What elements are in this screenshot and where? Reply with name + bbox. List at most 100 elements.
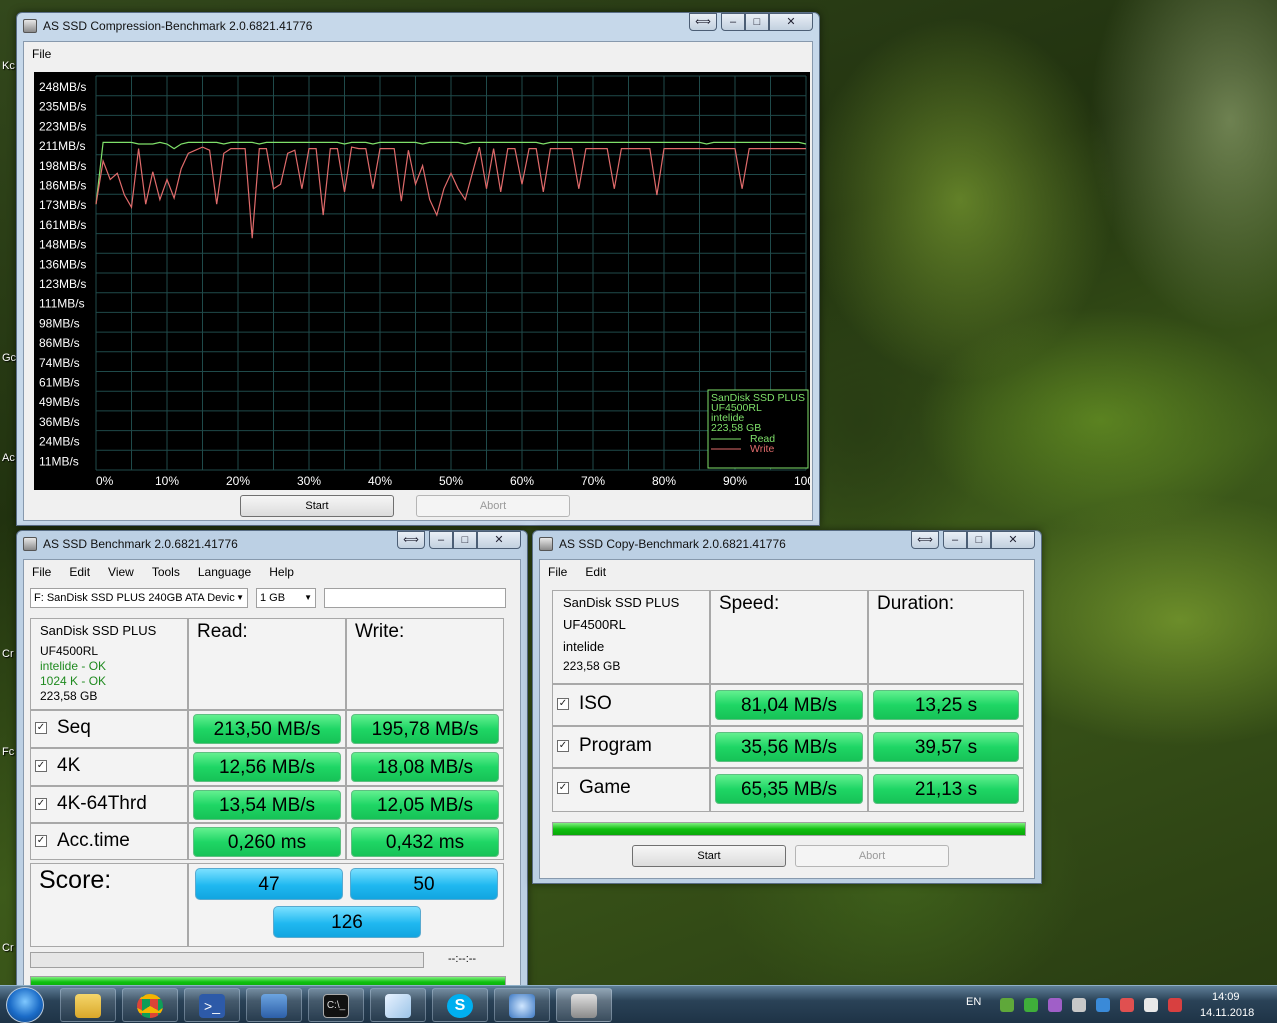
x-tick-label: 10% bbox=[155, 474, 179, 488]
menu-file[interactable]: File bbox=[32, 47, 51, 61]
drive-model: SanDisk SSD PLUS bbox=[563, 595, 680, 610]
taskbar-cmd[interactable]: C:\_ bbox=[308, 988, 364, 1022]
checkbox[interactable]: ✓ bbox=[35, 722, 47, 734]
desktop-label[interactable]: Fc bbox=[2, 746, 14, 758]
taskbar-powershell-ise[interactable] bbox=[246, 988, 302, 1022]
close-button[interactable]: ✕ bbox=[477, 531, 521, 549]
close-button[interactable]: ✕ bbox=[769, 13, 813, 31]
clock-date[interactable]: 14.11.2018 bbox=[1200, 1007, 1254, 1019]
restore-arrows-button[interactable]: ⟺ bbox=[397, 531, 425, 549]
restore-arrows-button[interactable]: ⟺ bbox=[911, 531, 939, 549]
row-label-text: 4K bbox=[57, 755, 81, 776]
tray-app-icon[interactable] bbox=[1072, 998, 1086, 1012]
taskbar-chrome[interactable] bbox=[122, 988, 178, 1022]
action-center-icon[interactable] bbox=[1120, 998, 1134, 1012]
taskbar-explorer[interactable] bbox=[60, 988, 116, 1022]
iso-label[interactable]: ✓ ISO bbox=[557, 693, 612, 715]
seq-read-value: 213,50 MB/s bbox=[193, 714, 341, 744]
taskbar-notepad[interactable] bbox=[370, 988, 426, 1022]
result-cell: 18,08 MB/s bbox=[346, 748, 504, 786]
menu-edit[interactable]: Edit bbox=[69, 565, 90, 579]
result-cell: 12,05 MB/s bbox=[346, 786, 504, 823]
desktop-label[interactable]: Cr bbox=[2, 648, 14, 660]
maximize-button[interactable]: □ bbox=[453, 531, 477, 549]
chart-svg: 248MB/s 235MB/s 223MB/s 211MB/s 198MB/s 186MB… bbox=[39, 75, 810, 488]
drive-firmware: UF4500RL bbox=[563, 617, 626, 632]
checkbox[interactable]: ✓ bbox=[35, 798, 47, 810]
row-label-text: Game bbox=[579, 777, 631, 798]
row-label-cell: ✓ Program bbox=[552, 726, 710, 768]
network-icon[interactable] bbox=[1144, 998, 1158, 1012]
minimize-button[interactable]: ‒ bbox=[721, 13, 745, 31]
minimize-button[interactable]: ‒ bbox=[429, 531, 453, 549]
restore-arrows-button[interactable]: ⟺ bbox=[689, 13, 717, 31]
progress-time: --:--:-- bbox=[448, 953, 477, 965]
checkbox[interactable]: ✓ bbox=[557, 698, 569, 710]
tray-app-icon[interactable] bbox=[1048, 998, 1062, 1012]
drive-select[interactable]: F: SanDisk SSD PLUS 240GB ATA Devic ▼ bbox=[30, 588, 248, 608]
taskbar-skype[interactable]: S bbox=[432, 988, 488, 1022]
checkbox[interactable]: ✓ bbox=[557, 782, 569, 794]
menu-help[interactable]: Help bbox=[269, 565, 294, 579]
menu-file[interactable]: File bbox=[548, 565, 567, 579]
name-input[interactable] bbox=[324, 588, 506, 608]
row-label-text: 4K-64Thrd bbox=[57, 793, 147, 814]
taskbar-powershell[interactable]: >_ bbox=[184, 988, 240, 1022]
clock-time[interactable]: 14:09 bbox=[1212, 991, 1240, 1003]
program-label[interactable]: ✓ Program bbox=[557, 735, 652, 757]
menu-tools[interactable]: Tools bbox=[152, 565, 180, 579]
size-select[interactable]: 1 GB ▼ bbox=[256, 588, 316, 608]
start-button[interactable]: Start bbox=[240, 495, 394, 517]
start-button[interactable] bbox=[6, 987, 44, 1023]
start-button[interactable]: Start bbox=[632, 845, 786, 867]
acc-time-read-value: 0,260 ms bbox=[193, 827, 341, 857]
maximize-button[interactable]: □ bbox=[745, 13, 769, 31]
menu-view[interactable]: View bbox=[108, 565, 134, 579]
drive-select-value: F: SanDisk SSD PLUS 240GB ATA Devic bbox=[34, 592, 235, 604]
4k-label[interactable]: ✓ 4K bbox=[35, 755, 80, 777]
taskbar-as-ssd[interactable] bbox=[556, 988, 612, 1022]
desktop-label[interactable]: Ac bbox=[2, 452, 15, 464]
result-cell: 213,50 MB/s bbox=[188, 710, 346, 748]
game-label[interactable]: ✓ Game bbox=[557, 777, 631, 799]
tray-app-icon[interactable] bbox=[1096, 998, 1110, 1012]
speed-header: Speed: bbox=[719, 593, 780, 614]
result-cell: 13,25 s bbox=[868, 684, 1024, 726]
tray-app-icon[interactable] bbox=[1000, 998, 1014, 1012]
checkbox[interactable]: ✓ bbox=[35, 760, 47, 772]
4k64-label[interactable]: ✓ 4K-64Thrd bbox=[35, 793, 147, 815]
checkbox[interactable]: ✓ bbox=[557, 740, 569, 752]
minimize-button[interactable]: ‒ bbox=[943, 531, 967, 549]
title-bar[interactable]: AS SSD Copy-Benchmark 2.0.6821.41776 ⟺ ‒… bbox=[533, 531, 1041, 557]
seq-label[interactable]: ✓ Seq bbox=[35, 717, 91, 739]
desktop-label[interactable]: Kc bbox=[2, 60, 15, 72]
desktop-label[interactable]: Gc bbox=[2, 352, 16, 364]
x-tick-label: 70% bbox=[581, 474, 605, 488]
abort-button[interactable]: Abort bbox=[416, 495, 570, 517]
acc-time-write-value: 0,432 ms bbox=[351, 827, 499, 857]
tray-app-icon[interactable] bbox=[1024, 998, 1038, 1012]
title-bar[interactable]: AS SSD Compression-Benchmark 2.0.6821.41… bbox=[17, 13, 819, 39]
language-indicator[interactable]: EN bbox=[966, 996, 981, 1008]
score-label-cell: Score: bbox=[30, 863, 188, 947]
abort-button[interactable]: Abort bbox=[795, 845, 949, 867]
menu-edit[interactable]: Edit bbox=[585, 565, 606, 579]
iso-speed-value: 81,04 MB/s bbox=[715, 690, 863, 720]
driver-status: intelide - OK bbox=[40, 659, 107, 673]
y-tick-label: 136MB/s bbox=[39, 257, 86, 271]
title-bar[interactable]: AS SSD Benchmark 2.0.6821.41776 ⟺ ‒ □ ✕ bbox=[17, 531, 527, 557]
checkbox[interactable]: ✓ bbox=[35, 835, 47, 847]
taskbar-network-tool[interactable] bbox=[494, 988, 550, 1022]
maximize-button[interactable]: □ bbox=[967, 531, 991, 549]
menu-language[interactable]: Language bbox=[198, 565, 251, 579]
desktop-label[interactable]: Cr bbox=[2, 942, 14, 954]
close-button[interactable]: ✕ bbox=[991, 531, 1035, 549]
menu-bar: File Edit View Tools Language Help bbox=[24, 560, 520, 584]
chrome-icon bbox=[137, 994, 163, 1018]
volume-muted-icon[interactable] bbox=[1168, 998, 1182, 1012]
network-tool-icon bbox=[509, 994, 535, 1018]
menu-file[interactable]: File bbox=[32, 565, 51, 579]
score-cell: 47 50 126 bbox=[188, 863, 504, 947]
acc-time-label[interactable]: ✓ Acc.time bbox=[35, 830, 130, 852]
seq-write-value: 195,78 MB/s bbox=[351, 714, 499, 744]
